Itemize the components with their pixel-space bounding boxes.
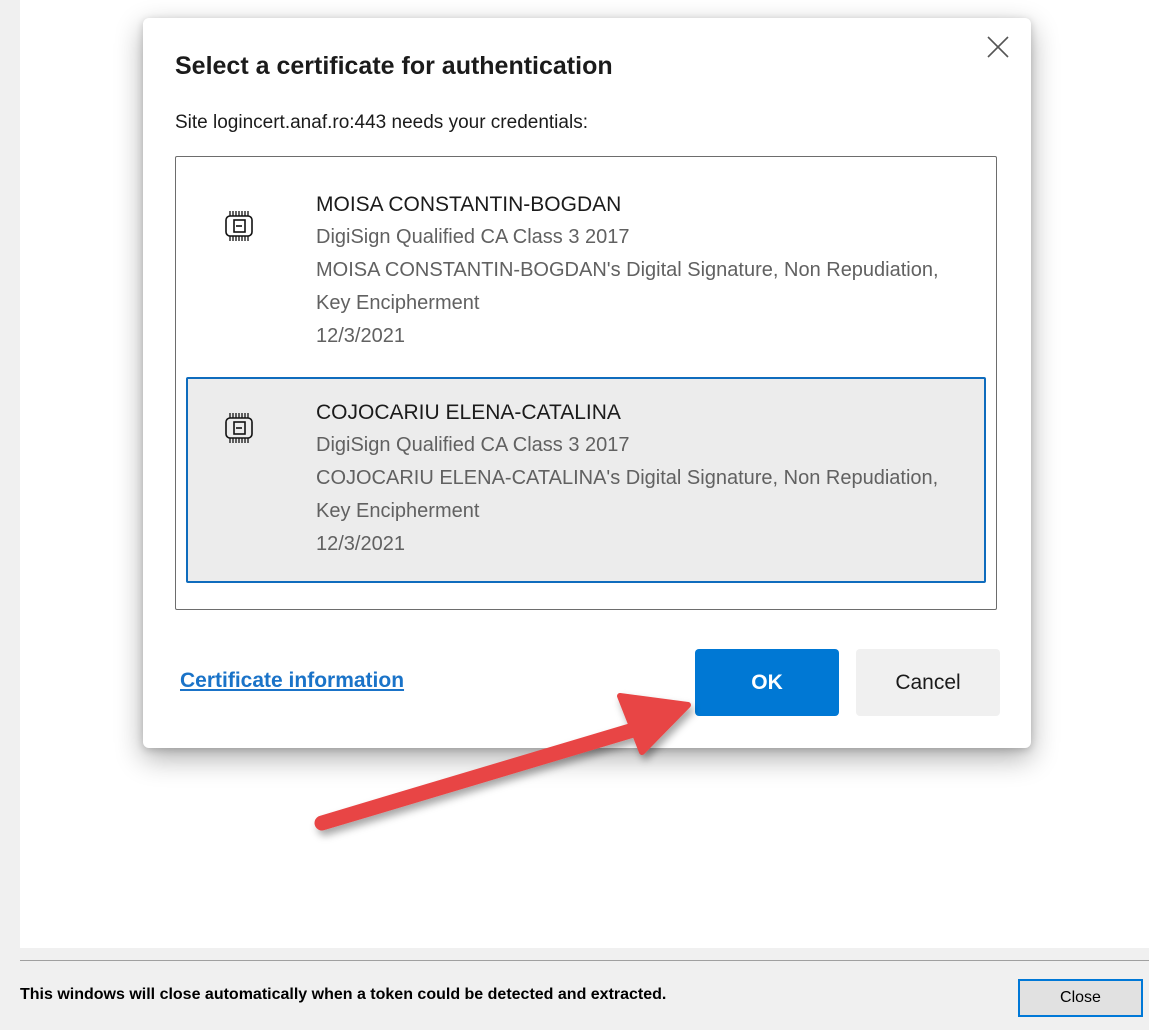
certificate-chip-icon (225, 211, 253, 241)
close-icon[interactable] (983, 32, 1013, 62)
certificate-details: MOISA CONSTANTIN-BOGDAN DigiSign Qualifi… (316, 189, 966, 353)
certificate-issuer: DigiSign Qualified CA Class 3 2017 (316, 434, 630, 456)
divider (20, 960, 1149, 961)
certificate-chip-icon (225, 413, 253, 443)
certificate-details: COJOCARIU ELENA-CATALINA DigiSign Qualif… (316, 397, 966, 561)
certificate-information-link[interactable]: Certificate information (180, 669, 404, 693)
ok-button[interactable]: OK (695, 649, 839, 716)
certificate-item[interactable]: MOISA CONSTANTIN-BOGDAN DigiSign Qualifi… (186, 169, 986, 375)
certificate-usage: MOISA CONSTANTIN-BOGDAN's Digital Signat… (316, 259, 939, 314)
certificate-usage: COJOCARIU ELENA-CATALINA's Digital Signa… (316, 467, 939, 522)
certificate-item-selected[interactable]: COJOCARIU ELENA-CATALINA DigiSign Qualif… (186, 377, 986, 583)
app-window: Select a certificate for authentication … (0, 0, 1149, 1030)
certificate-dialog: Select a certificate for authentication … (143, 18, 1031, 748)
certificate-date: 12/3/2021 (316, 533, 405, 555)
certificate-name: COJOCARIU ELENA-CATALINA (316, 401, 621, 424)
dialog-title: Select a certificate for authentication (175, 52, 613, 80)
dialog-subtitle: Site logincert.anaf.ro:443 needs your cr… (175, 112, 588, 133)
certificate-list: MOISA CONSTANTIN-BOGDAN DigiSign Qualifi… (175, 156, 997, 610)
close-button[interactable]: Close (1018, 979, 1143, 1017)
cancel-button[interactable]: Cancel (856, 649, 1000, 716)
certificate-name: MOISA CONSTANTIN-BOGDAN (316, 193, 622, 216)
status-message: This windows will close automatically wh… (20, 986, 667, 1003)
certificate-issuer: DigiSign Qualified CA Class 3 2017 (316, 226, 630, 248)
certificate-date: 12/3/2021 (316, 325, 405, 347)
